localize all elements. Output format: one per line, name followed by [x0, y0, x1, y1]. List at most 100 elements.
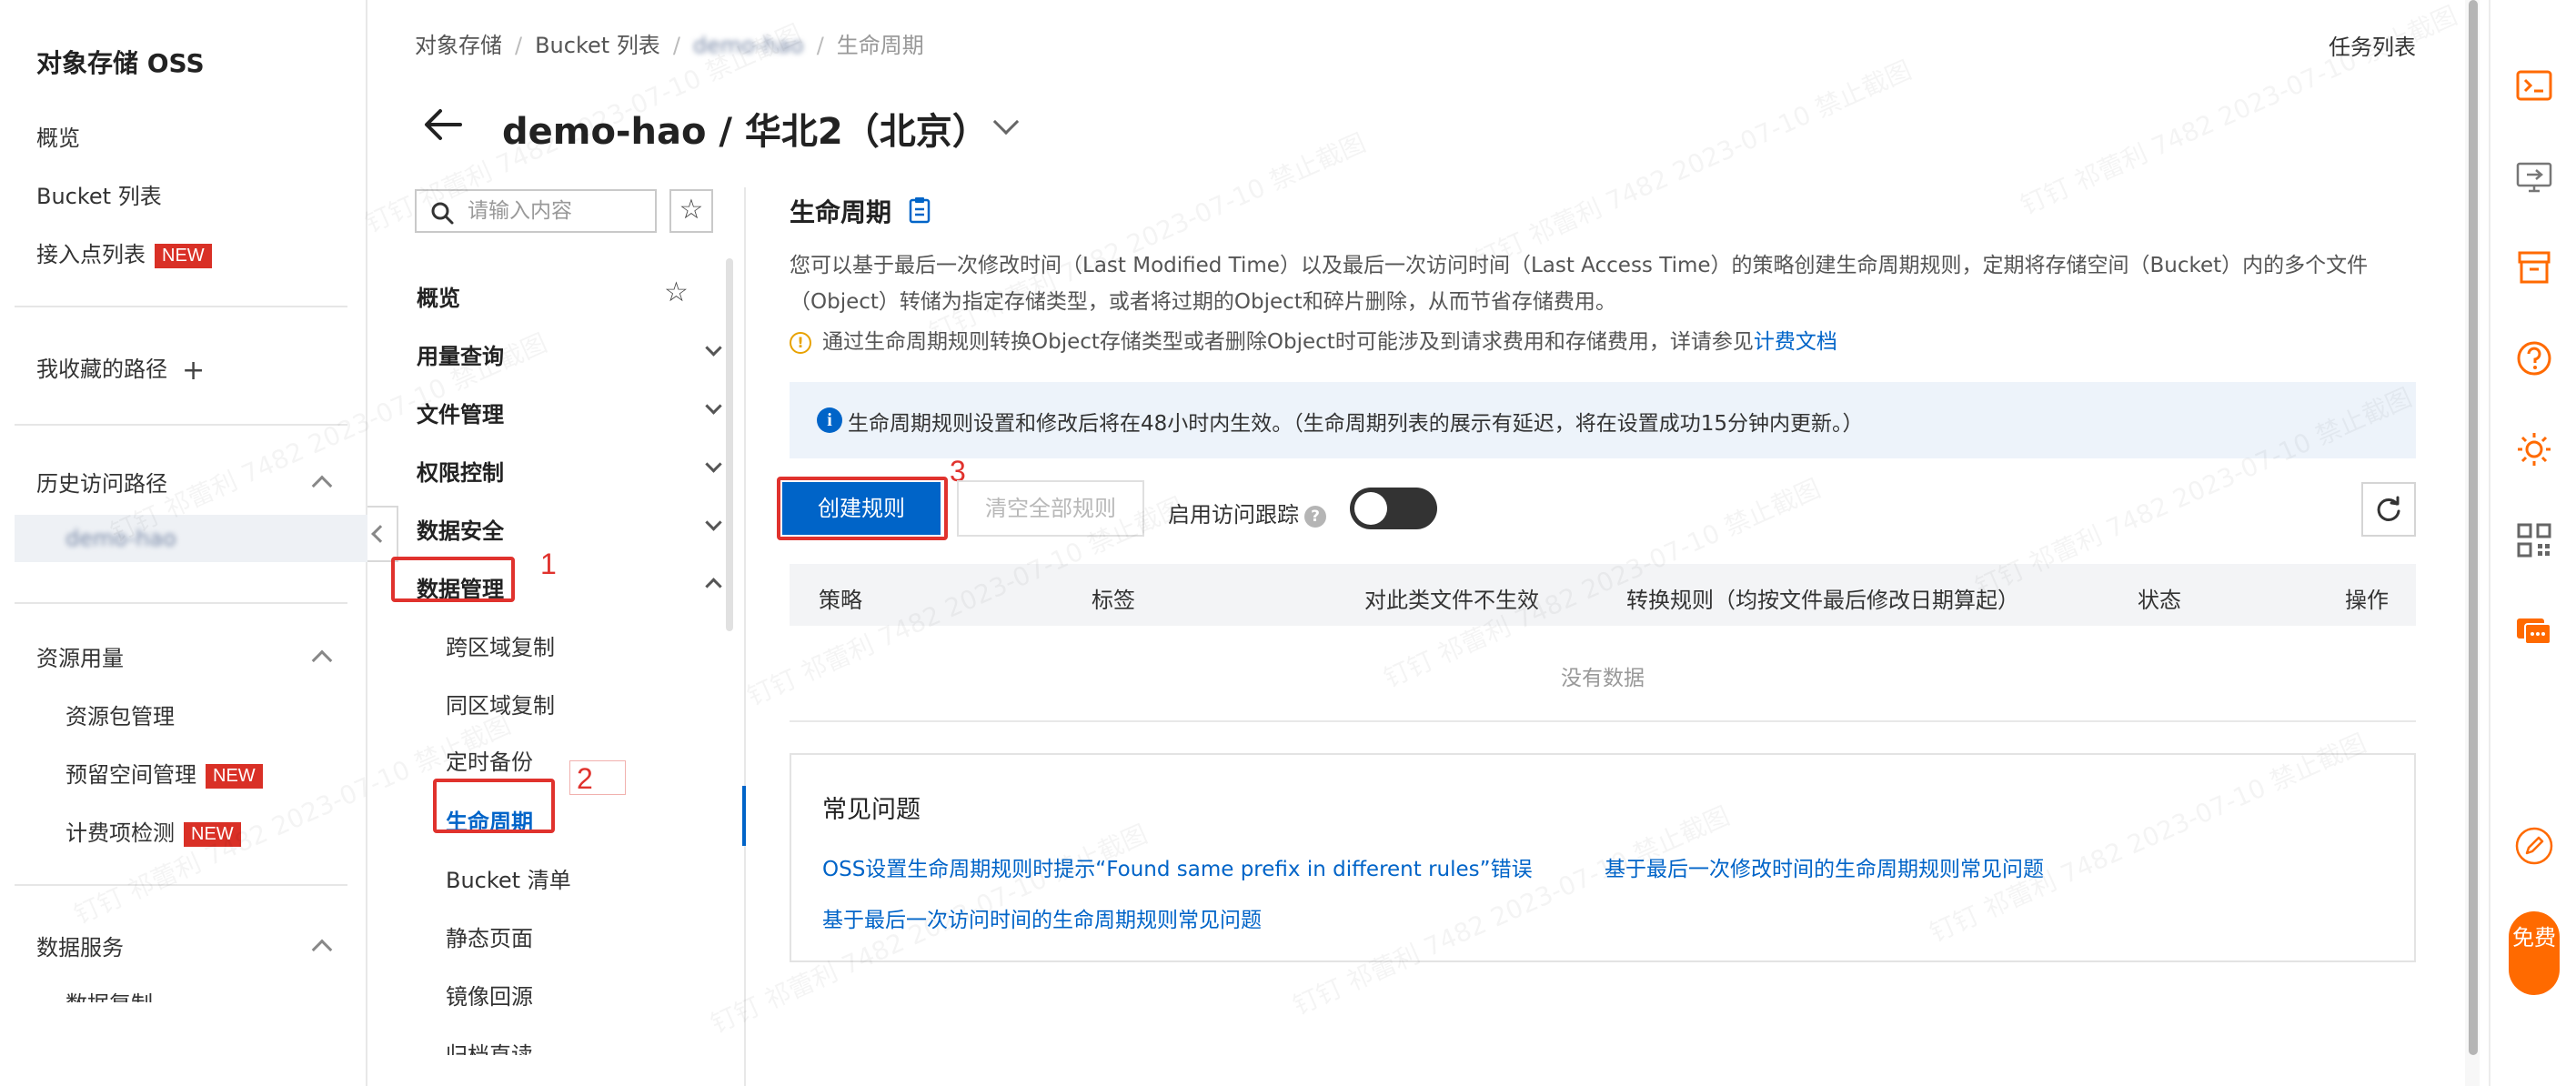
- sidebar-title: 对象存储 OSS: [36, 48, 205, 78]
- nav-item-files[interactable]: 文件管理: [417, 397, 504, 428]
- sidebar-item-favorites[interactable]: 我收藏的路径 +: [36, 351, 205, 387]
- faq-link[interactable]: OSS设置生命周期规则时提示“Found same prefix in diff…: [822, 851, 1533, 882]
- search-icon: [431, 202, 454, 225]
- expand-icon[interactable]: [2514, 0, 2554, 20]
- warning-icon: !: [790, 332, 811, 354]
- sidebar-item-access-points[interactable]: 接入点列表 NEW: [36, 236, 212, 268]
- description-line-1: 您可以基于最后一次修改时间（Last Modified Time）以及最后一次访…: [790, 254, 2369, 277]
- search-input[interactable]: [468, 196, 646, 226]
- help-icon[interactable]: [2514, 338, 2554, 378]
- sidebar-group-resources[interactable]: 资源用量: [36, 640, 124, 672]
- column-header-actions: 操作: [2345, 588, 2389, 613]
- nav-item-security[interactable]: 数据安全: [417, 513, 504, 545]
- column-header-excluded-files: 对此类文件不生效: [1364, 588, 1539, 613]
- info-alert: i 生命周期规则设置和修改后将在48小时内生效。（生命周期列表的展示有延迟，将在…: [790, 382, 2416, 458]
- nav-divider: [744, 187, 746, 1086]
- sidebar-item-resource-pack[interactable]: 资源包管理: [65, 699, 175, 730]
- sidebar-item-reserved-space[interactable]: 预留空间管理 NEW: [65, 757, 263, 789]
- page-title: demo-hao / 华北2（北京）: [502, 111, 989, 153]
- breadcrumb-item[interactable]: 对象存储: [415, 33, 502, 58]
- question-icon[interactable]: ?: [1304, 506, 1326, 528]
- table-divider: [790, 720, 2416, 722]
- nav-scrollbar[interactable]: [726, 258, 733, 631]
- nav-sub-cross-region-replication[interactable]: 跨区域复制: [446, 629, 555, 661]
- sun-icon[interactable]: [2514, 429, 2554, 469]
- column-header-transition-rules: 转换规则（均按文件最后修改日期算起）: [1626, 588, 2019, 613]
- blurred-bucket-name: demo-hao: [65, 526, 176, 551]
- watermark: 钉钉 祁蕾利 7482 2023-07-10 禁止截图: [922, 124, 1371, 350]
- left-sidebar: 对象存储 OSS 概览 Bucket 列表 接入点列表 NEW 我收藏的路径 + 历…: [0, 0, 367, 1086]
- breadcrumb: 对象存储 / Bucket 列表 / demo-hao / 生命周期: [415, 27, 924, 59]
- sidebar-item-data-replication[interactable]: 数据复制: [65, 986, 153, 1002]
- breadcrumb-current: 生命周期: [836, 33, 924, 58]
- qrcode-icon[interactable]: [2514, 520, 2554, 560]
- clear-all-rules-button[interactable]: 清空全部规则: [957, 480, 1144, 537]
- breadcrumb-item[interactable]: demo-hao: [693, 33, 804, 58]
- chat-icon[interactable]: [2514, 611, 2554, 651]
- nav-search-field[interactable]: [415, 189, 657, 233]
- document-icon[interactable]: [908, 196, 931, 224]
- chevron-up-icon[interactable]: [311, 475, 333, 497]
- sidebar-item-billing-check[interactable]: 计费项检测 NEW: [65, 815, 241, 847]
- description-line-2: （Object）转储为指定存储类型，或者将过期的Object和碎片删除，从而节省…: [790, 290, 1616, 314]
- chevron-up-icon[interactable]: [705, 578, 722, 595]
- access-tracking-label: 启用访问跟踪?: [1168, 497, 1326, 528]
- sidebar-item-label: 我收藏的路径: [36, 357, 167, 382]
- create-rule-button[interactable]: 创建规则: [782, 482, 941, 535]
- billing-doc-link[interactable]: 计费文档: [1754, 330, 1837, 354]
- sidebar-group-data-service[interactable]: 数据服务: [36, 930, 124, 961]
- column-header-policy: 策略: [819, 588, 862, 613]
- nav-sub-same-region-replication[interactable]: 同区域复制: [446, 688, 555, 719]
- chevron-down-icon[interactable]: [992, 108, 1020, 136]
- favorite-star-button[interactable]: ☆: [669, 189, 713, 233]
- section-title: 生命周期: [790, 197, 892, 227]
- plus-icon[interactable]: +: [182, 355, 205, 387]
- chevron-down-icon[interactable]: [705, 397, 722, 415]
- nav-item-permissions[interactable]: 权限控制: [417, 455, 504, 487]
- monitor-icon[interactable]: [2514, 156, 2554, 196]
- new-badge: NEW: [206, 764, 263, 789]
- new-badge: NEW: [184, 822, 241, 847]
- info-text: 生命周期规则设置和修改后将在48小时内生效。（生命周期列表的展示有延迟，将在设置…: [848, 412, 1864, 436]
- nav-sub-scheduled-backup[interactable]: 定时备份: [446, 744, 533, 776]
- faq-link[interactable]: 基于最后一次修改时间的生命周期规则常见问题: [1605, 851, 2044, 882]
- main-scrollbar[interactable]: [2469, 0, 2478, 1055]
- access-tracking-text: 启用访问跟踪: [1168, 502, 1299, 528]
- terminal-icon[interactable]: [2514, 65, 2554, 106]
- nav-sub-static-website[interactable]: 静态页面: [446, 920, 533, 952]
- collapse-sidebar-button[interactable]: [367, 506, 398, 562]
- nav-sub-archive-direct-read[interactable]: 归档直读: [446, 1037, 533, 1055]
- table-header: 策略 标签 对此类文件不生效 转换规则（均按文件最后修改日期算起） 状态 操作: [790, 564, 2416, 626]
- nav-item-usage[interactable]: 用量查询: [417, 338, 504, 370]
- access-tracking-toggle[interactable]: [1350, 488, 1437, 529]
- nav-item-overview[interactable]: 概览: [417, 280, 460, 312]
- nav-sub-mirror-back-to-origin[interactable]: 镜像回源: [446, 979, 533, 1011]
- star-icon[interactable]: ☆: [664, 277, 689, 308]
- free-trial-label: 免费: [2512, 925, 2556, 950]
- sidebar-item-label: 接入点列表: [36, 242, 146, 267]
- sidebar-item-label: 预留空间管理: [65, 762, 196, 788]
- free-trial-button[interactable]: 免费: [2509, 911, 2560, 995]
- divider: [15, 424, 347, 426]
- sidebar-item-overview[interactable]: 概览: [36, 120, 80, 152]
- refresh-button[interactable]: [2361, 482, 2416, 537]
- nav-active-indicator: [742, 786, 746, 846]
- chevron-down-icon[interactable]: [705, 514, 722, 531]
- edit-icon[interactable]: [2514, 826, 2554, 866]
- sidebar-item-label: 计费项检测: [65, 820, 175, 846]
- annotation-number-2: 2: [577, 762, 593, 795]
- archive-icon[interactable]: [2514, 247, 2554, 287]
- sidebar-group-history[interactable]: 历史访问路径: [36, 466, 167, 498]
- chevron-up-icon[interactable]: [311, 649, 333, 671]
- breadcrumb-item[interactable]: Bucket 列表: [535, 33, 660, 58]
- task-list-link[interactable]: 任务列表: [2329, 29, 2416, 61]
- faq-link[interactable]: 基于最后一次访问时间的生命周期规则常见问题: [822, 902, 1262, 933]
- chevron-down-icon[interactable]: [705, 339, 722, 357]
- sidebar-item-history-bucket[interactable]: demo-hao: [65, 526, 176, 551]
- column-header-tags: 标签: [1092, 588, 1135, 613]
- nav-sub-bucket-inventory[interactable]: Bucket 清单: [446, 862, 571, 894]
- back-arrow-icon[interactable]: [420, 102, 466, 147]
- chevron-up-icon[interactable]: [311, 939, 333, 960]
- sidebar-item-bucket-list[interactable]: Bucket 列表: [36, 178, 162, 210]
- chevron-down-icon[interactable]: [705, 456, 722, 473]
